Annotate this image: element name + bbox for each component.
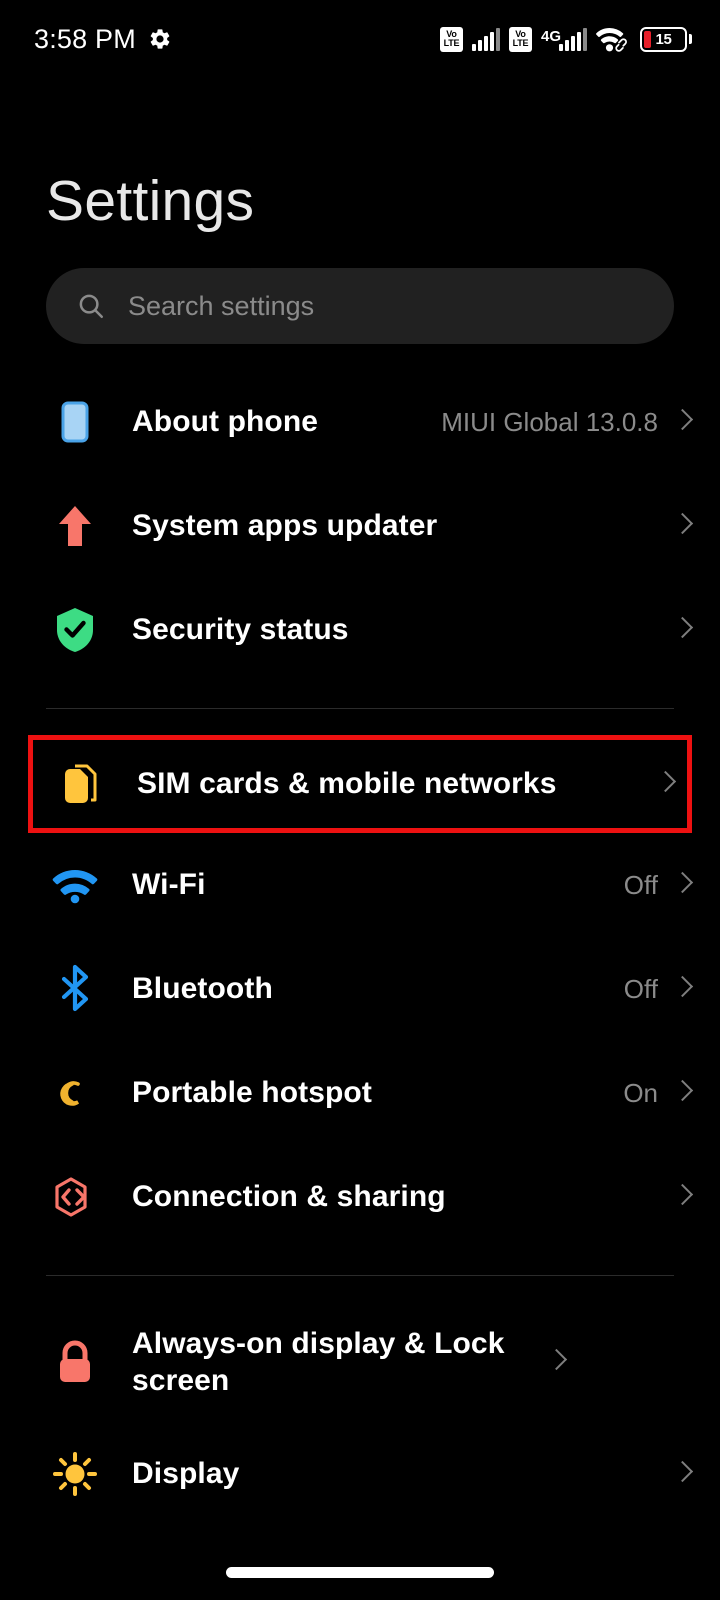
settings-row-wifi[interactable]: Wi-Fi Off bbox=[0, 833, 720, 937]
chevron-right-icon bbox=[657, 770, 673, 798]
chevron-right-icon bbox=[674, 1460, 690, 1488]
hotspot-icon bbox=[46, 1064, 104, 1122]
settings-row-portable-hotspot[interactable]: Portable hotspot On bbox=[0, 1041, 720, 1145]
up-arrow-icon bbox=[46, 497, 104, 555]
group-divider bbox=[46, 708, 674, 709]
search-icon bbox=[79, 294, 104, 319]
chevron-right-icon bbox=[674, 871, 690, 899]
settings-row-security-status[interactable]: Security status bbox=[0, 578, 720, 682]
status-bar: 3:58 PM Vo LTE Vo LTE 4G 15 bbox=[0, 0, 720, 78]
settings-group-display: Always-on display & Lock screen Display bbox=[0, 1302, 720, 1526]
chevron-right-icon bbox=[674, 1183, 690, 1211]
search-placeholder: Search settings bbox=[128, 290, 315, 321]
status-bar-left: 3:58 PM bbox=[34, 24, 172, 55]
search-container: Search settings bbox=[0, 230, 720, 344]
signal-bars-sim1-icon bbox=[471, 27, 500, 51]
network-type-label: 4G bbox=[540, 28, 561, 45]
battery-level-text: 15 bbox=[655, 30, 672, 48]
settings-row-label: Connection & sharing bbox=[132, 1180, 446, 1214]
chevron-right-icon bbox=[674, 975, 690, 1003]
settings-row-value: Off bbox=[623, 973, 658, 1004]
settings-row-display[interactable]: Display bbox=[0, 1422, 720, 1526]
battery-indicator: 15 bbox=[640, 26, 692, 52]
chevron-right-icon bbox=[548, 1348, 564, 1376]
phone-icon bbox=[46, 393, 104, 451]
chevron-right-icon bbox=[674, 408, 690, 436]
settings-row-value: Off bbox=[623, 869, 658, 900]
home-indicator[interactable] bbox=[226, 1567, 494, 1578]
connection-sharing-icon bbox=[46, 1168, 104, 1226]
search-input[interactable]: Search settings bbox=[46, 268, 674, 344]
settings-row-system-apps-updater[interactable]: System apps updater bbox=[0, 474, 720, 578]
gear-icon bbox=[150, 29, 170, 49]
settings-row-label: SIM cards & mobile networks bbox=[137, 767, 557, 801]
settings-row-about-phone[interactable]: About phone MIUI Global 13.0.8 bbox=[0, 370, 720, 474]
settings-row-label: Display bbox=[132, 1457, 240, 1491]
settings-row-bluetooth[interactable]: Bluetooth Off bbox=[0, 937, 720, 1041]
settings-row-value: On bbox=[623, 1077, 658, 1108]
settings-group-device: About phone MIUI Global 13.0.8 System ap… bbox=[0, 370, 720, 682]
status-time: 3:58 PM bbox=[34, 23, 136, 54]
settings-row-label: Always-on display & Lock screen bbox=[132, 1326, 505, 1398]
page-title: Settings bbox=[46, 169, 255, 233]
settings-list: About phone MIUI Global 13.0.8 System ap… bbox=[0, 370, 720, 1526]
settings-row-connection-sharing[interactable]: Connection & sharing bbox=[0, 1145, 720, 1249]
brightness-icon bbox=[46, 1445, 104, 1503]
wifi-icon bbox=[46, 856, 104, 914]
settings-row-always-on-display-lock-screen[interactable]: Always-on display & Lock screen bbox=[0, 1302, 720, 1422]
settings-row-label: System apps updater bbox=[132, 509, 438, 543]
settings-row-label: Portable hotspot bbox=[132, 1076, 372, 1110]
wifi-icon bbox=[596, 28, 627, 52]
settings-row-label: Bluetooth bbox=[132, 972, 273, 1006]
settings-group-connectivity: SIM cards & mobile networks Wi-Fi Off Bl… bbox=[0, 735, 720, 1249]
settings-row-label: Wi-Fi bbox=[132, 868, 206, 902]
settings-row-label: About phone bbox=[132, 405, 319, 439]
sim-card-icon bbox=[51, 755, 109, 813]
shield-check-icon bbox=[46, 601, 104, 659]
volte-sim1-icon: Vo LTE bbox=[439, 26, 463, 52]
settings-row-value: MIUI Global 13.0.8 bbox=[441, 406, 658, 437]
settings-row-sim-cards-mobile-networks[interactable]: SIM cards & mobile networks bbox=[28, 735, 692, 833]
settings-row-label: Security status bbox=[132, 613, 349, 647]
signal-bars-sim2-icon bbox=[559, 27, 587, 51]
status-bar-right: Vo LTE Vo LTE 4G 15 bbox=[439, 26, 692, 52]
bluetooth-icon bbox=[46, 960, 104, 1018]
chevron-right-icon bbox=[674, 616, 690, 644]
network-type-group: 4G bbox=[541, 27, 587, 51]
chevron-right-icon bbox=[674, 512, 690, 540]
lock-icon bbox=[46, 1333, 104, 1391]
volte-sim2-line2: LTE bbox=[512, 38, 529, 48]
volte-sim1-line2: LTE bbox=[443, 38, 460, 48]
group-divider bbox=[46, 1275, 674, 1276]
volte-sim2-icon: Vo LTE bbox=[508, 26, 532, 52]
chevron-right-icon bbox=[674, 1079, 690, 1107]
